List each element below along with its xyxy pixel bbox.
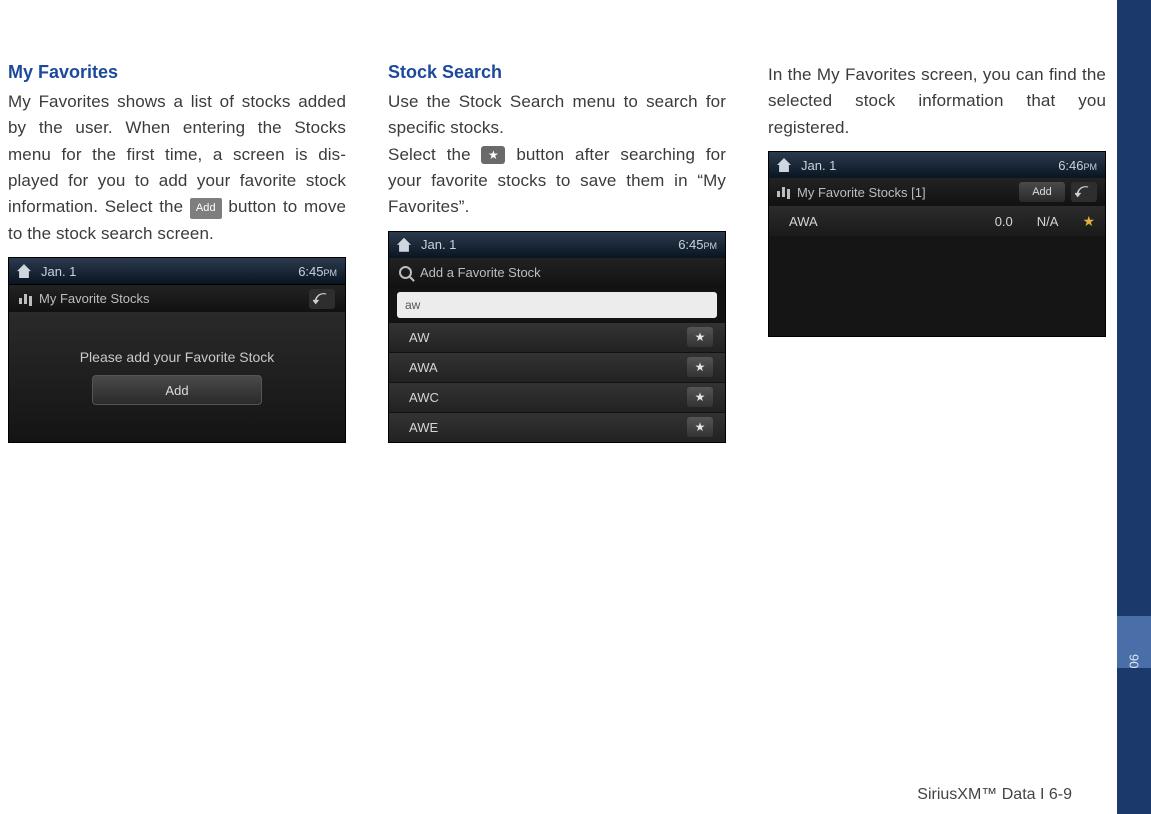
- date-label: Jan. 1: [41, 264, 76, 279]
- paragraph-stock-search-2: Select the ★ button after searching for …: [388, 142, 726, 221]
- screenshot-my-favorites-populated: Jan. 1 6:46PM My Favorite Stocks [1] Add: [768, 151, 1106, 337]
- search-title: Add a Favorite Stock: [420, 265, 541, 280]
- star-icon: ★: [1082, 213, 1095, 230]
- screenshot-topbar: Jan. 1 6:45PM: [389, 232, 725, 258]
- result-row: AWC ★: [389, 382, 725, 412]
- result-row: AW ★: [389, 322, 725, 352]
- screenshot-subbar: My Favorite Stocks [1] Add: [769, 178, 1105, 206]
- add-button: Add: [92, 375, 262, 405]
- time-label: 6:45PM: [298, 264, 337, 279]
- home-icon: [17, 264, 31, 278]
- date-label: Jan. 1: [801, 158, 836, 173]
- result-row: AWA ★: [389, 352, 725, 382]
- search-icon: [399, 266, 412, 279]
- screenshot-my-favorites-empty: Jan. 1 6:45PM My Favorite Stocks Pleas: [8, 257, 346, 443]
- side-tab-highlight: 06: [1117, 616, 1151, 668]
- ampm-label: PM: [324, 268, 338, 278]
- column-my-favorites: My Favorites My Favorites shows a list o…: [8, 62, 346, 443]
- home-icon: [397, 238, 411, 252]
- result-row: AWE ★: [389, 412, 725, 442]
- screenshot-subbar: My Favorite Stocks: [9, 284, 345, 312]
- home-icon: [777, 158, 791, 172]
- result-symbol: AW: [409, 330, 429, 345]
- stock-value: 0.0: [995, 214, 1013, 229]
- column-stock-search: Stock Search Use the Stock Search menu t…: [388, 62, 726, 443]
- star-icon: ★: [687, 327, 713, 347]
- screenshot-body: Please add your Favorite Stock Add: [9, 312, 345, 442]
- add-button-inline: Add: [190, 198, 222, 219]
- page-root: My Favorites My Favorites shows a list o…: [0, 0, 1151, 814]
- back-icon: [309, 289, 335, 309]
- screenshot-body: Add a Favorite Stock aw AW ★ AWA ★ AWC ★: [389, 258, 725, 442]
- stock-na: N/A: [1037, 214, 1059, 229]
- stocks-icon: [777, 187, 791, 197]
- page-footer: SiriusXM™ Data I 6-9: [0, 786, 1092, 804]
- time-value: 6:45: [678, 237, 703, 252]
- star-icon: ★: [687, 417, 713, 437]
- date-label: Jan. 1: [421, 237, 456, 252]
- paragraph-my-favorites: My Favorites shows a list of stocks adde…: [8, 89, 346, 247]
- subbar-title: My Favorite Stocks [1]: [797, 185, 926, 200]
- paragraph-stock-search-1: Use the Stock Search menu to search for …: [388, 89, 726, 142]
- result-symbol: AWA: [409, 360, 438, 375]
- back-icon: [1071, 182, 1097, 202]
- paragraph-favorites-result: In the My Favorites screen, you can find…: [768, 62, 1106, 141]
- empty-message: Please add your Favorite Stock: [80, 349, 275, 365]
- search-title-row: Add a Favorite Stock: [389, 258, 725, 288]
- content-columns: My Favorites My Favorites shows a list o…: [0, 62, 1092, 443]
- result-symbol: AWC: [409, 390, 439, 405]
- column-favorites-result: In the My Favorites screen, you can find…: [768, 62, 1106, 443]
- ampm-label: PM: [704, 241, 718, 251]
- subbar-right: Add: [1019, 182, 1097, 202]
- subbar-title: My Favorite Stocks: [39, 291, 150, 306]
- subbar-left: My Favorite Stocks: [19, 291, 150, 306]
- side-tab: [1117, 0, 1151, 814]
- ampm-label: PM: [1084, 162, 1098, 172]
- result-symbol: AWE: [409, 420, 438, 435]
- stocks-icon: [19, 294, 33, 304]
- time-value: 6:45: [298, 264, 323, 279]
- star-icon: ★: [687, 357, 713, 377]
- chapter-number: 06: [1127, 635, 1142, 669]
- time-label: 6:45PM: [678, 237, 717, 252]
- add-button: Add: [1019, 182, 1065, 202]
- time-value: 6:46: [1058, 158, 1083, 173]
- screenshot-topbar: Jan. 1 6:45PM: [9, 258, 345, 284]
- favorite-stock-row: AWA 0.0 N/A ★: [769, 206, 1105, 236]
- stock-values: 0.0 N/A ★: [995, 213, 1095, 230]
- screenshot-body: AWA 0.0 N/A ★: [769, 206, 1105, 336]
- text-fragment: Select the: [388, 145, 481, 164]
- time-label: 6:46PM: [1058, 158, 1097, 173]
- stock-symbol: AWA: [789, 214, 818, 229]
- screenshot-stock-search: Jan. 1 6:45PM Add a Favorite Stock aw AW…: [388, 231, 726, 443]
- search-input: aw: [397, 292, 717, 318]
- star-button-inline: ★: [481, 146, 505, 164]
- heading-stock-search: Stock Search: [388, 62, 726, 83]
- subbar-left: My Favorite Stocks [1]: [777, 185, 926, 200]
- star-icon: ★: [687, 387, 713, 407]
- heading-my-favorites: My Favorites: [8, 62, 346, 83]
- screenshot-topbar: Jan. 1 6:46PM: [769, 152, 1105, 178]
